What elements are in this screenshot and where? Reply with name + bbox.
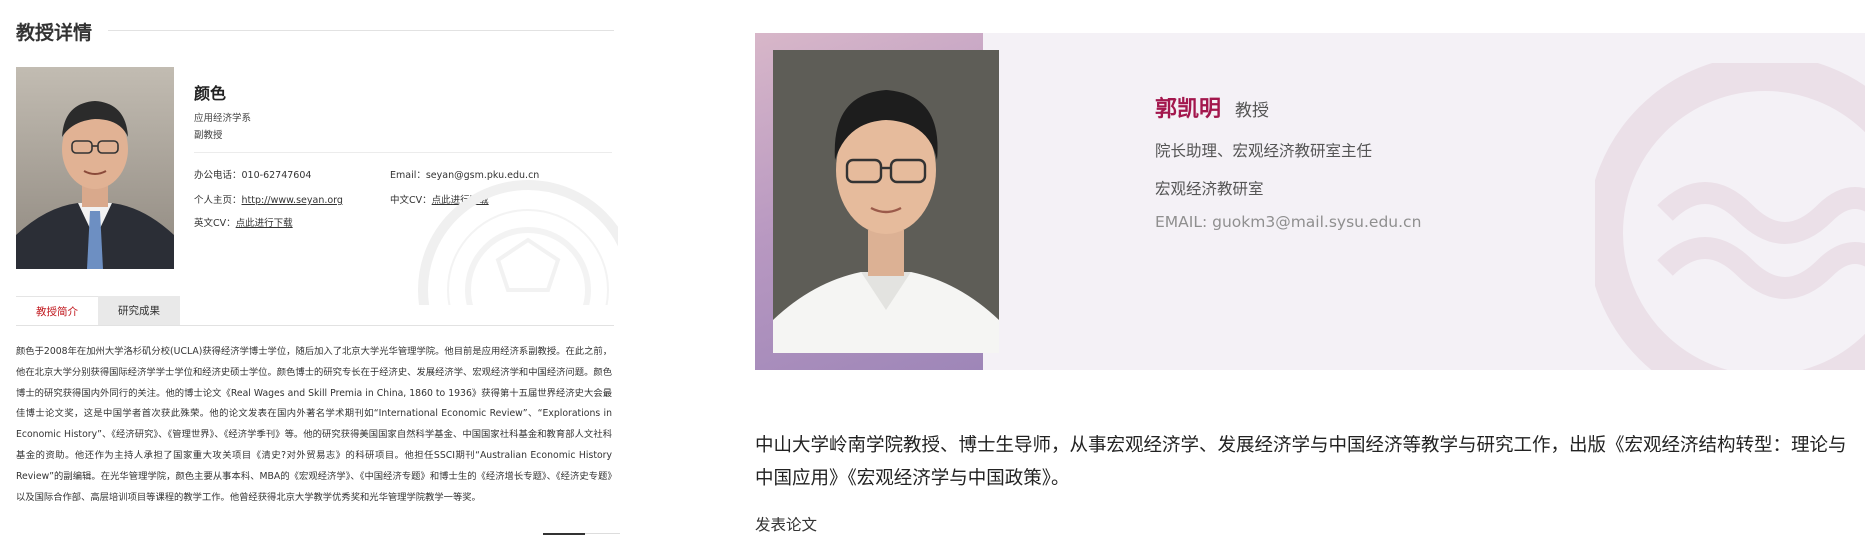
emblem-decoration-icon [1587,55,1865,370]
phone-label: 办公电话： [194,170,242,181]
homepage-row: 个人主页：http://www.seyan.org [194,192,343,206]
cv-en-label: 英文CV： [194,218,236,229]
professor-office: 宏观经济教研室 [1155,180,1264,198]
professor-name: 颜色 [194,84,227,103]
phone-value: 010-62747604 [241,170,312,181]
phone-row: 办公电话：010-62747604 [194,167,311,181]
university-seal-watermark [418,160,618,305]
cv-en-row: 英文CV：点此进行下载 [194,215,293,229]
tab-underline [16,325,614,326]
professor-name: 郭凯明 [1155,97,1222,122]
homepage-link[interactable]: http://www.seyan.org [242,195,343,206]
tab-profile[interactable]: 教授简介 [16,296,98,326]
professor-position: 院长助理、宏观经济教研室主任 [1155,142,1373,160]
profile-banner: 郭凯明 教授 院长助理、宏观经济教研室主任 宏观经济教研室 EMAIL: guo… [755,33,1865,370]
professor-bio: 颜色于2008年在加州大学洛杉矶分校(UCLA)获得经济学博士学位，随后加入了北… [16,346,612,503]
professor-photo [773,50,999,353]
scrollbar-thumb[interactable] [543,533,585,535]
professor-title: 副教授 [194,130,223,141]
homepage-label: 个人主页： [194,195,242,206]
scrollbar-track[interactable] [585,533,620,534]
professor-intro: 中山大学岭南学院教授、博士生导师，从事宏观经济学、发展经济学与中国经济等教学与研… [755,435,1847,489]
title-divider [108,30,614,31]
tab-research[interactable]: 研究成果 [98,296,180,326]
section-title: 教授详情 [16,22,93,44]
professor-department: 应用经济学系 [194,113,252,124]
professor-email: EMAIL: guokm3@mail.sysu.edu.cn [1155,213,1422,231]
papers-heading: 发表论文 [755,516,818,534]
cv-en-download-link[interactable]: 点此进行下载 [236,218,293,229]
professor-rank: 教授 [1235,101,1269,121]
professor-detail-left: 教授详情 颜色 应用经济学系 副教授 办公电话：010-62747604 Ema… [0,0,620,555]
professor-photo [16,67,174,269]
professor-profile-right: 郭凯明 教授 院长助理、宏观经济教研室主任 宏观经济教研室 EMAIL: guo… [755,0,1875,555]
info-divider [194,152,612,153]
